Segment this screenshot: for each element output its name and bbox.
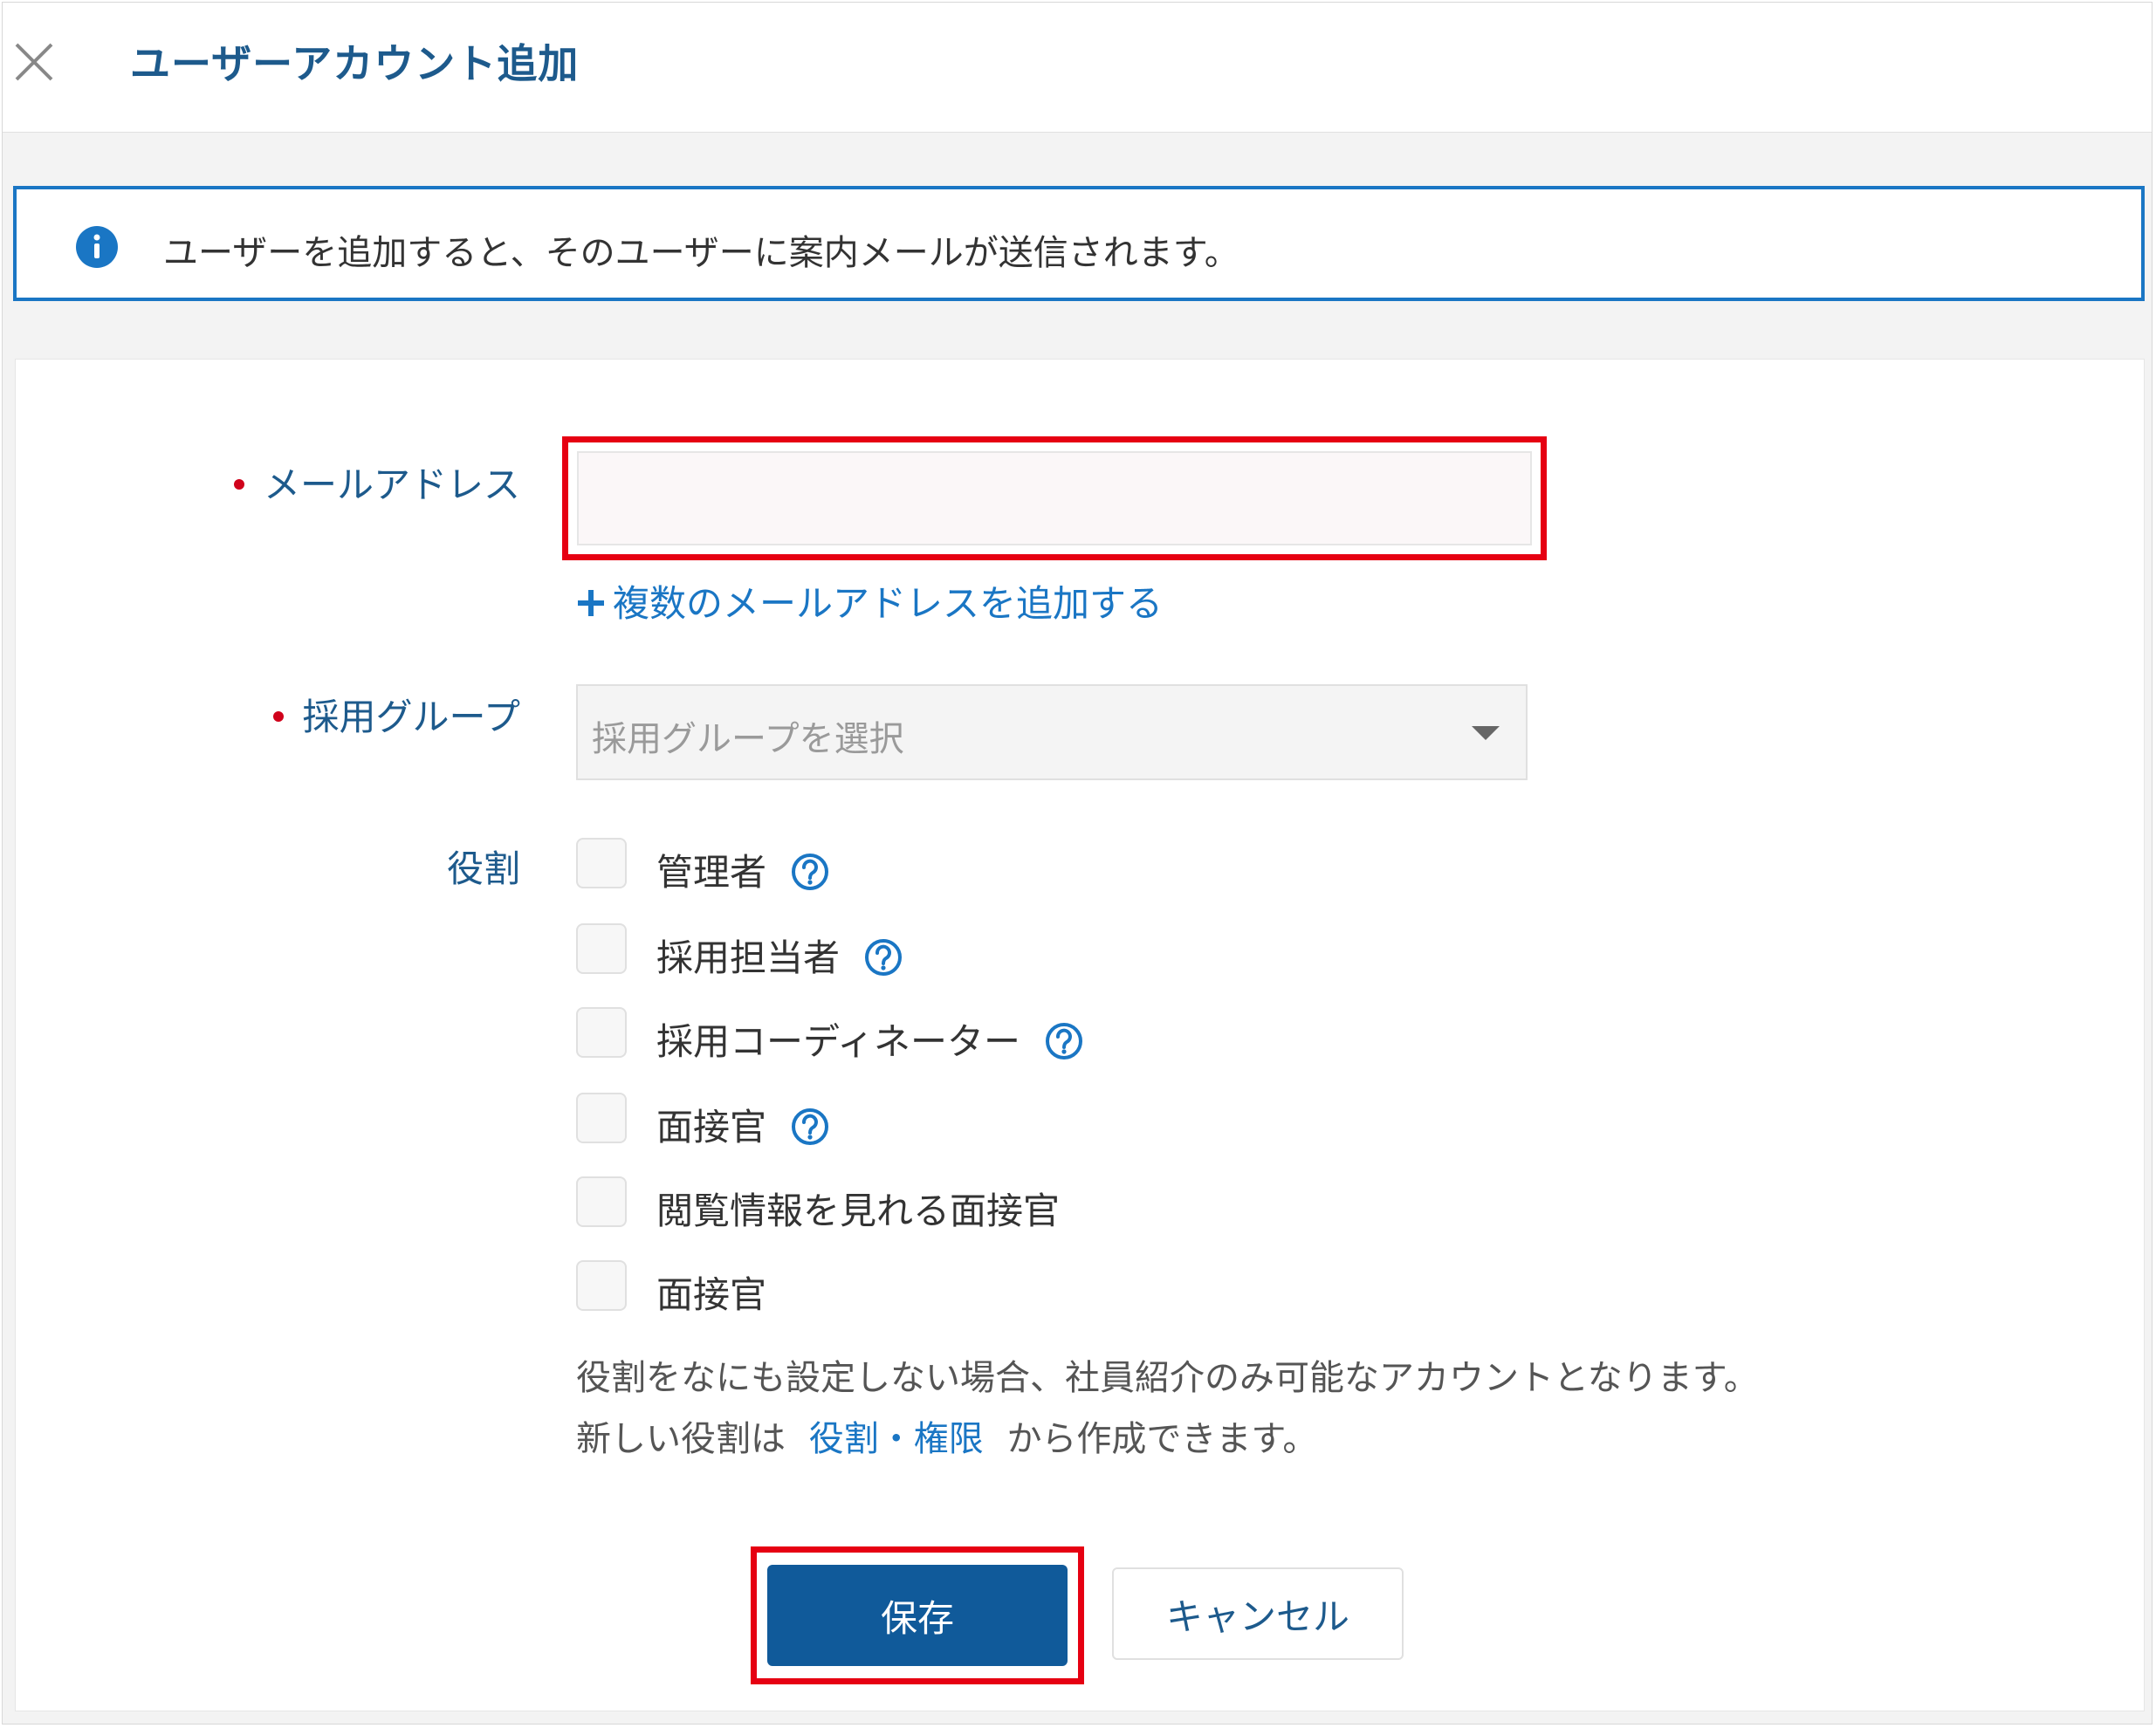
close-icon[interactable] xyxy=(10,38,58,86)
role-checkbox-recruiter[interactable] xyxy=(576,923,627,974)
roles-help-suffix: から作成できます。 xyxy=(1006,1419,1318,1459)
form-card: メールアドレス 複数のメールアドレスを追加する 採用グループ 採用グループを選択… xyxy=(15,359,2145,1711)
page-title: ユーザーアカウント追加 xyxy=(130,40,580,87)
role-label-text: 閲覧情報を見れる面接官 xyxy=(656,1190,1061,1232)
save-button[interactable]: 保存 xyxy=(767,1565,1068,1666)
dialog: ユーザーアカウント追加 ユーザーを追加すると、そのユーザーに案内メールが送信され… xyxy=(2,2,2153,1725)
email-highlight xyxy=(562,436,1547,560)
role-label-text: 採用担当者 xyxy=(656,936,841,979)
plus-icon xyxy=(578,589,604,616)
email-input[interactable] xyxy=(577,451,1532,545)
email-label-text: メールアドレス xyxy=(263,463,520,506)
role-checkbox-admin[interactable] xyxy=(576,838,627,888)
caret-down-icon xyxy=(1472,726,1500,740)
group-select-placeholder: 採用グループを選択 xyxy=(592,719,904,759)
required-indicator xyxy=(233,478,244,490)
role-label-text: 面接官 xyxy=(656,1273,767,1316)
role-checkbox-interviewer-with-info[interactable] xyxy=(576,1176,627,1227)
required-indicator xyxy=(272,710,284,722)
save-highlight: 保存 xyxy=(751,1546,1084,1684)
role-label: 採用担当者 xyxy=(656,929,903,982)
role-label: 管理者 xyxy=(656,843,829,896)
roles-help-line-1: 役割をなにも設定しない場合、社員紹介のみ可能なアカウントとなります。 xyxy=(576,1358,1759,1398)
help-icon[interactable] xyxy=(864,938,903,977)
close-button[interactable] xyxy=(10,38,58,86)
role-checkbox-interviewer-2[interactable] xyxy=(576,1260,627,1311)
group-label: 採用グループ xyxy=(272,688,520,741)
role-label-text: 面接官 xyxy=(656,1106,767,1149)
role-checkbox-coordinator[interactable] xyxy=(576,1007,627,1058)
dialog-header: ユーザーアカウント追加 xyxy=(3,3,2152,133)
role-checkbox-interviewer[interactable] xyxy=(576,1093,627,1143)
add-multiple-emails-label: 複数のメールアドレスを追加する xyxy=(613,582,1164,625)
cancel-button[interactable]: キャンセル xyxy=(1112,1567,1404,1660)
roles-label: 役割 xyxy=(446,847,520,890)
email-label: メールアドレス xyxy=(233,456,520,509)
role-label: 採用コーディネーター xyxy=(656,1012,1083,1066)
roles-help-line-2: 新しい役割は 役割・権限 から作成できます。 xyxy=(576,1410,1317,1461)
help-icon[interactable] xyxy=(791,853,829,891)
add-multiple-emails-link[interactable]: 複数のメールアドレスを追加する xyxy=(576,574,1163,627)
help-icon[interactable] xyxy=(1045,1022,1083,1060)
role-label: 面接官 xyxy=(656,1098,829,1151)
roles-permissions-link[interactable]: 役割・権限 xyxy=(809,1419,984,1459)
role-label-text: 採用コーディネーター xyxy=(656,1020,1021,1063)
info-icon xyxy=(76,226,118,268)
group-select[interactable]: 採用グループを選択 xyxy=(576,684,1528,780)
role-label: 閲覧情報を見れる面接官 xyxy=(656,1182,1060,1235)
group-label-text: 採用グループ xyxy=(302,696,520,738)
notice-text: ユーザーを追加すると、そのユーザーに案内メールが送信されます。 xyxy=(163,233,1239,273)
role-label: 面接官 xyxy=(656,1265,766,1319)
role-label-text: 管理者 xyxy=(656,851,767,894)
info-notice: ユーザーを追加すると、そのユーザーに案内メールが送信されます。 xyxy=(13,186,2145,301)
help-icon[interactable] xyxy=(791,1107,829,1146)
roles-help-prefix: 新しい役割は xyxy=(576,1419,786,1459)
